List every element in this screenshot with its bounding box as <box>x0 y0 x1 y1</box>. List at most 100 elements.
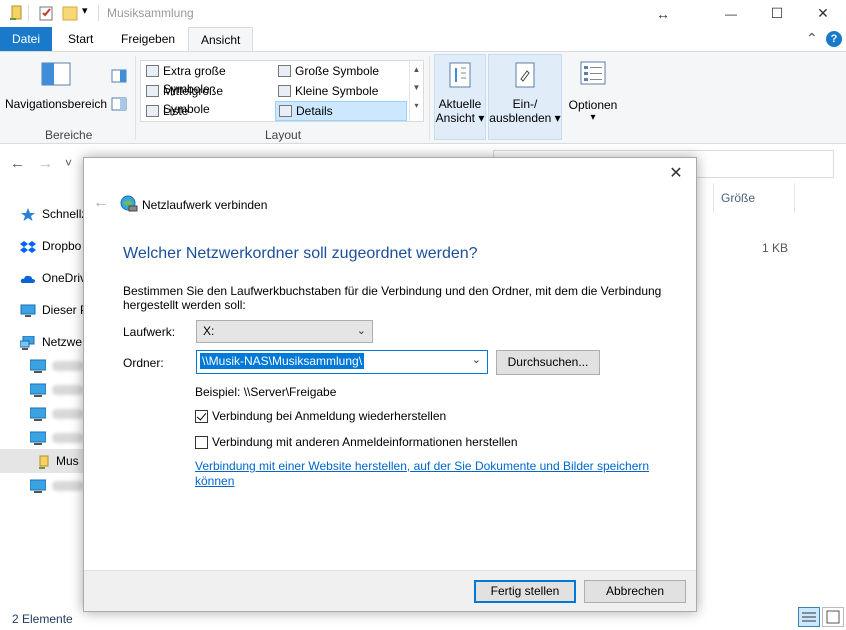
browse-button[interactable]: Durchsuchen... <box>496 350 600 375</box>
nav-item-network-device[interactable] <box>30 474 84 496</box>
navigation-pane-label: Navigationsbereich <box>4 97 108 111</box>
layout-extra-large-icons[interactable]: Extra große Symbole <box>143 62 273 96</box>
cancel-button[interactable]: Abbrechen <box>584 580 686 603</box>
title-bar: ▾ Musiksammlung ↔ — ☐ ✕ <box>0 0 846 27</box>
tab-file[interactable]: Datei <box>0 27 52 52</box>
group-label-layout: Layout <box>265 128 302 142</box>
minimize-button[interactable]: — <box>708 0 754 27</box>
show-hide-icon <box>515 62 535 88</box>
network-drive-icon <box>120 195 138 212</box>
layout-gallery-scroll[interactable]: ▲ ▼ ▾ <box>409 61 423 121</box>
layout-gallery: Extra große Symbole Große Symbole Mittel… <box>140 60 424 122</box>
show-hide-button[interactable]: Ein-/ ausblenden ▾ <box>488 54 562 140</box>
checklist-icon[interactable] <box>38 5 54 21</box>
help-icon[interactable]: ? <box>826 31 842 47</box>
new-folder-icon[interactable] <box>62 5 78 21</box>
folder-value: \\Musik-NAS\Musiksammlung\ <box>200 353 365 369</box>
window-title: Musiksammlung <box>107 6 194 20</box>
navigation-pane-button[interactable]: Navigationsbereich <box>4 62 108 120</box>
star-icon <box>21 207 35 221</box>
forward-button[interactable]: → <box>38 155 53 172</box>
options-button[interactable]: Optionen ▾ <box>565 54 621 140</box>
ribbon-collapse-icon[interactable]: ⌃ <box>806 30 818 47</box>
sort-by-icon <box>449 62 471 88</box>
options-dropdown-icon: ▾ <box>590 112 596 123</box>
list-icon <box>146 105 159 117</box>
computer-icon <box>30 383 46 397</box>
title-divider <box>98 5 99 21</box>
dialog-close-button[interactable]: ✕ <box>664 164 688 184</box>
nav-item-label: Netzwe <box>42 335 83 349</box>
computer-icon <box>20 304 36 317</box>
options-icon <box>580 61 606 85</box>
folder-label: Ordner: <box>123 356 164 370</box>
ribbon-separator <box>429 56 430 140</box>
group-label-panes: Bereiche <box>45 128 93 142</box>
ribbon-tabs: Datei Start Freigeben Ansicht ⌃ ? <box>0 27 846 52</box>
dialog-back-button[interactable]: ← <box>93 194 109 212</box>
website-connection-link[interactable]: Verbindung mit einer Website herstellen,… <box>195 459 665 489</box>
nav-item-quick-access[interactable]: Schnellz <box>20 203 87 225</box>
chevron-down-icon[interactable]: ⌄ <box>472 353 481 366</box>
layout-small-icons[interactable]: Kleine Symbole <box>275 82 407 100</box>
layout-list[interactable]: Liste <box>143 102 273 120</box>
reconnect-checkbox[interactable] <box>195 410 208 424</box>
drive-label: Laufwerk: <box>123 325 176 339</box>
dropbox-icon <box>20 240 36 253</box>
preview-pane-icon[interactable] <box>111 69 127 83</box>
blurred-device-name <box>52 360 84 371</box>
details-view-icon <box>802 612 816 622</box>
medium-icons-icon <box>146 85 159 97</box>
layout-item-label: Liste <box>163 104 189 118</box>
computer-icon <box>30 431 46 445</box>
properties-icon[interactable] <box>8 5 24 21</box>
blurred-device-name <box>52 384 84 395</box>
other-credentials-checkbox-row[interactable]: Verbindung mit anderen Anmeldeinformatio… <box>195 435 518 451</box>
show-hide-label-1: Ein-/ <box>512 97 538 111</box>
maximize-button[interactable]: ☐ <box>754 0 800 27</box>
layout-item-label: Kleine Symbole <box>295 84 379 98</box>
tab-view[interactable]: Ansicht <box>188 27 254 52</box>
back-button[interactable]: ← <box>10 155 25 172</box>
drive-select[interactable]: X: ⌄ <box>196 320 373 343</box>
layout-medium-icons[interactable]: Mittelgroße Symbole <box>143 82 273 116</box>
recent-locations-button[interactable]: ˅ <box>65 156 72 170</box>
nav-item-label: Mus <box>56 454 79 468</box>
reconnect-checkbox-row[interactable]: Verbindung bei Anmeldung wiederherstelle… <box>195 409 446 425</box>
nav-item-this-pc[interactable]: Dieser P <box>20 299 88 321</box>
column-header-size[interactable]: Größe <box>713 183 795 213</box>
tab-share[interactable]: Freigeben <box>109 27 187 52</box>
details-pane-icon[interactable] <box>111 97 127 111</box>
nav-item-network-device[interactable] <box>30 402 84 424</box>
folder-input[interactable]: \\Musik-NAS\Musiksammlung\ ⌄ <box>196 350 488 374</box>
details-view-toggle[interactable] <box>798 607 820 627</box>
nav-item-label: OneDriv <box>42 271 87 285</box>
share-folder-icon <box>39 455 49 469</box>
file-size-value: 1 KB <box>762 241 789 255</box>
tab-home[interactable]: Start <box>56 27 105 52</box>
dialog-description: Bestimmen Sie den Laufwerkbuchstaben für… <box>123 284 662 312</box>
layout-large-icons[interactable]: Große Symbole <box>275 62 407 80</box>
nav-item-onedrive[interactable]: OneDriv <box>20 267 86 289</box>
finish-button[interactable]: Fertig stellen <box>474 580 576 603</box>
nav-item-network-device[interactable] <box>30 426 84 448</box>
quick-access-dropdown-icon[interactable]: ▾ <box>82 4 88 17</box>
current-view-label-2: Ansicht ▾ <box>435 111 485 125</box>
close-button[interactable]: ✕ <box>800 0 846 27</box>
nav-item-label: Schnellz <box>42 207 88 221</box>
details-icon <box>279 105 292 117</box>
nav-item-network-device[interactable] <box>30 354 84 376</box>
computer-icon <box>30 359 46 373</box>
current-view-button[interactable]: Aktuelle Ansicht ▾ <box>434 54 486 140</box>
nav-item-network[interactable]: Netzwe <box>20 331 82 353</box>
layout-item-label: Große Symbole <box>295 64 380 78</box>
resize-cursor-icon: ↔ <box>656 5 670 22</box>
current-view-label-1: Aktuelle <box>438 97 482 111</box>
nav-item-dropbox[interactable]: Dropbo <box>20 235 81 257</box>
layout-details[interactable]: Details <box>275 101 407 121</box>
nav-item-music-share[interactable]: Mus <box>38 450 79 472</box>
large-icons-view-toggle[interactable] <box>822 607 844 627</box>
other-credentials-checkbox[interactable] <box>195 436 208 450</box>
nav-item-label: Dropbo <box>42 239 82 253</box>
nav-item-network-device[interactable] <box>30 378 84 400</box>
